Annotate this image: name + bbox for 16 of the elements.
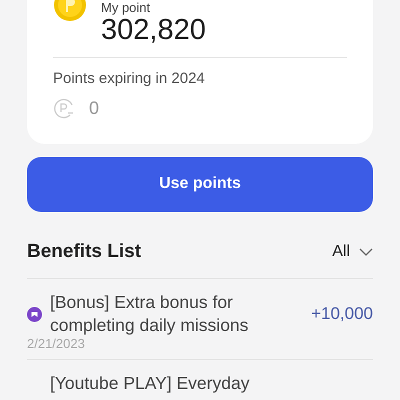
benefit-date: 2/21/2023 — [27, 337, 86, 351]
point-icon — [53, 97, 75, 119]
benefit-amount: +10,000 — [311, 303, 373, 326]
benefit-row[interactable]: [Bonus] Extra bonus for completing daily missions +10,000 2/21/2023 — [27, 279, 373, 360]
filter-dropdown[interactable]: All — [332, 240, 373, 264]
expiring-label: Points expiring in 2024 — [53, 69, 206, 89]
badge-icon — [27, 306, 42, 322]
benefit-title: [Bonus] Extra bonus for completing daily missions — [50, 291, 250, 337]
benefit-title: [Youtube PLAY] Everyday — [50, 372, 250, 395]
expiring-amount: 0 — [89, 96, 100, 120]
use-points-button[interactable]: Use points — [27, 156, 373, 212]
chevron-down-icon — [359, 248, 373, 256]
section-title: Benefits List — [27, 240, 142, 264]
benefit-row[interactable]: [Youtube PLAY] Everyday — [27, 360, 373, 400]
points-balance: 302,820 — [101, 15, 206, 45]
points-label: My point — [101, 0, 152, 15]
